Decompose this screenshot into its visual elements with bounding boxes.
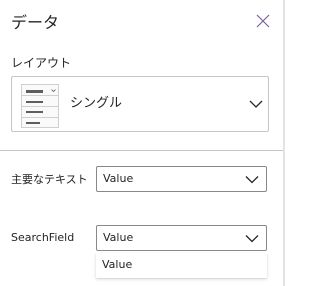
field-label-primary-text: 主要なテキスト [11,173,88,186]
layout-selected-value: シングル [70,96,123,111]
chevron-down-icon [245,176,259,184]
section-divider [0,150,283,151]
close-icon[interactable] [256,14,270,28]
pane-edge [283,0,285,286]
chevron-down-icon [249,100,263,108]
dropdown-option[interactable]: Value [102,258,132,272]
primary-text-select[interactable]: Value [96,166,267,192]
chevron-down-icon [245,235,259,243]
layout-label: レイアウト [11,56,72,70]
primary-text-value: Value [103,172,134,185]
searchfield-value: Value [103,231,134,244]
field-label-searchfield: SearchField [11,231,75,244]
layout-dropdown[interactable]: シングル [11,76,269,132]
pane-title: データ [11,13,60,32]
searchfield-select[interactable]: Value [96,225,267,251]
data-pane: データ レイアウト シングル 主要なテキスト Value SearchField… [0,0,285,286]
single-layout-thumbnail-icon [21,84,59,128]
searchfield-dropdown-menu: Value [96,253,267,278]
